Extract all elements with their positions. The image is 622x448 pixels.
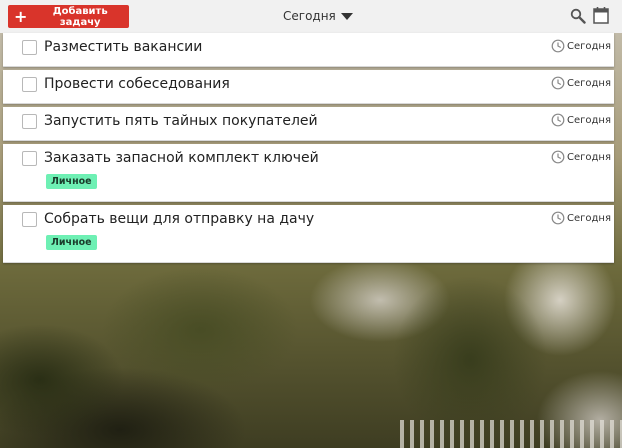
- task-row[interactable]: Провести собеседования Сегодня: [3, 70, 614, 104]
- task-checkbox[interactable]: [22, 212, 37, 227]
- clock-icon: [551, 211, 565, 225]
- task-due-label: Сегодня: [567, 77, 611, 89]
- clock-icon: [551, 113, 565, 127]
- date-filter-label: Сегодня: [283, 9, 336, 23]
- date-filter-dropdown[interactable]: Сегодня: [283, 9, 353, 23]
- search-icon[interactable]: [570, 8, 586, 24]
- task-due: Сегодня: [551, 211, 611, 225]
- background-fence: [400, 420, 622, 448]
- task-row[interactable]: Запустить пять тайных покупателей Сегодн…: [3, 107, 614, 141]
- chevron-down-icon: [340, 12, 353, 20]
- task-title[interactable]: Заказать запасной комплект ключей: [44, 150, 319, 166]
- task-checkbox[interactable]: [22, 77, 37, 92]
- plus-icon: +: [14, 6, 28, 26]
- task-row[interactable]: Разместить вакансии Сегодня: [3, 33, 614, 67]
- task-tag[interactable]: Личное: [46, 235, 97, 250]
- calendar-icon[interactable]: [593, 6, 609, 24]
- clock-icon: [551, 39, 565, 53]
- task-due-label: Сегодня: [567, 114, 611, 126]
- task-due-label: Сегодня: [567, 212, 611, 224]
- task-checkbox[interactable]: [22, 114, 37, 129]
- task-title[interactable]: Провести собеседования: [44, 76, 230, 92]
- task-checkbox[interactable]: [22, 151, 37, 166]
- task-title[interactable]: Запустить пять тайных покупателей: [44, 113, 318, 129]
- task-title[interactable]: Собрать вещи для отправку на дачу: [44, 211, 314, 227]
- task-checkbox[interactable]: [22, 40, 37, 55]
- task-row[interactable]: Собрать вещи для отправку на дачу Сегодн…: [3, 205, 614, 263]
- top-toolbar: + Добавить задачу Сегодня: [0, 0, 622, 33]
- task-due: Сегодня: [551, 113, 611, 127]
- task-due-label: Сегодня: [567, 40, 611, 52]
- add-task-label: Добавить задачу: [52, 5, 108, 28]
- task-list: Разместить вакансии Сегодня Провести соб…: [3, 33, 614, 263]
- clock-icon: [551, 150, 565, 164]
- task-title[interactable]: Разместить вакансии: [44, 39, 202, 55]
- task-due: Сегодня: [551, 76, 611, 90]
- clock-icon: [551, 76, 565, 90]
- task-due: Сегодня: [551, 150, 611, 164]
- add-task-button[interactable]: + Добавить задачу: [8, 5, 129, 28]
- task-row[interactable]: Заказать запасной комплект ключей Сегодн…: [3, 144, 614, 202]
- task-tag[interactable]: Личное: [46, 174, 97, 189]
- task-due: Сегодня: [551, 39, 611, 53]
- task-due-label: Сегодня: [567, 151, 611, 163]
